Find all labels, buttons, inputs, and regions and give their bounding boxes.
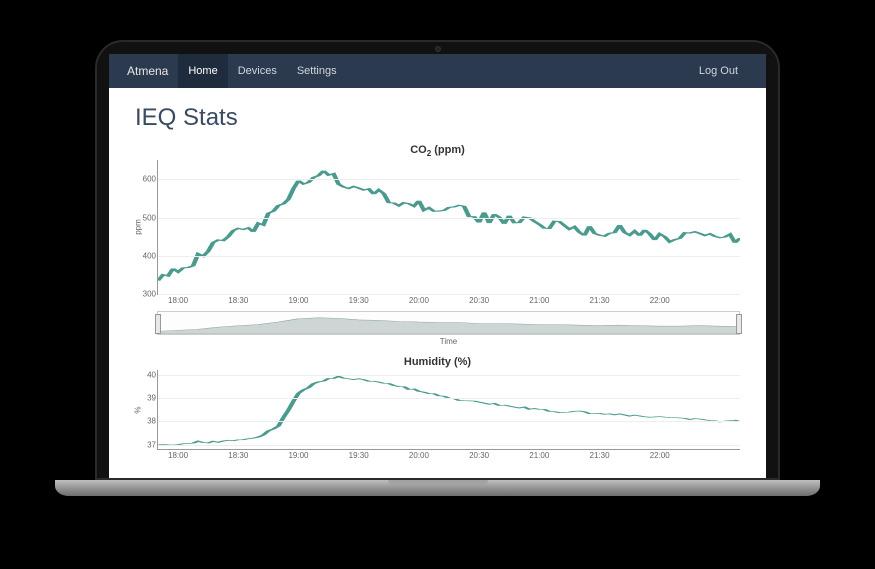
content: IEQ Stats CO2 (ppm) ppm 300400500600 18:…: [109, 88, 766, 476]
nav-devices[interactable]: Devices: [228, 54, 287, 88]
y-tick: 37: [147, 440, 156, 449]
navbar: Atmena Home Devices Settings Log Out: [109, 54, 766, 88]
nav-logout[interactable]: Log Out: [689, 54, 748, 88]
x-tick: 22:00: [650, 296, 670, 305]
page-title: IEQ Stats: [135, 104, 740, 132]
y-tick: 500: [143, 213, 156, 222]
x-tick: 22:00: [650, 451, 670, 460]
x-tick: 20:00: [409, 451, 429, 460]
y-tick: 400: [143, 251, 156, 260]
x-tick: 21:00: [529, 296, 549, 305]
range-handle-right[interactable]: [736, 314, 742, 334]
x-tick: 19:30: [349, 296, 369, 305]
x-tick: 20:00: [409, 296, 429, 305]
x-tick: 21:30: [590, 296, 610, 305]
x-tick: 18:30: [228, 451, 248, 460]
chart-humidity-title: Humidity (%): [135, 356, 740, 368]
chart-co2-xlabel: Time: [157, 337, 740, 346]
y-tick: 600: [143, 175, 156, 184]
brand[interactable]: Atmena: [127, 64, 168, 78]
chart-co2: CO2 (ppm) ppm 300400500600 18:0018:3019:…: [135, 144, 740, 346]
x-tick: 18:30: [228, 296, 248, 305]
y-tick: 38: [147, 417, 156, 426]
chart-humidity-plot[interactable]: % 37383940 18:0018:3019:0019:3020:0020:3…: [157, 370, 740, 450]
x-tick: 21:30: [590, 451, 610, 460]
x-tick: 19:00: [288, 296, 308, 305]
laptop-base: [55, 480, 820, 496]
camera-dot: [435, 46, 441, 52]
x-tick: 19:00: [288, 451, 308, 460]
x-tick: 20:30: [469, 296, 489, 305]
y-tick: 300: [143, 290, 156, 299]
x-tick: 21:00: [529, 451, 549, 460]
y-tick: 40: [147, 370, 156, 379]
chart-humidity: Humidity (%) % 37383940 18:0018:3019:001…: [135, 356, 740, 450]
x-tick: 20:30: [469, 451, 489, 460]
chart-co2-range-navigator[interactable]: [157, 311, 740, 335]
laptop-shadow: [120, 498, 755, 518]
y-tick: 39: [147, 394, 156, 403]
nav-home[interactable]: Home: [178, 54, 227, 88]
x-tick: 18:00: [168, 296, 188, 305]
x-tick: 19:30: [349, 451, 369, 460]
range-handle-left[interactable]: [155, 314, 161, 334]
x-tick: 18:00: [168, 451, 188, 460]
chart-co2-plot[interactable]: ppm 300400500600 18:0018:3019:0019:3020:…: [157, 160, 740, 295]
screen: Atmena Home Devices Settings Log Out IEQ…: [109, 54, 766, 478]
nav-settings[interactable]: Settings: [287, 54, 347, 88]
chart-co2-title: CO2 (ppm): [135, 144, 740, 158]
laptop-frame: Atmena Home Devices Settings Log Out IEQ…: [95, 40, 780, 480]
